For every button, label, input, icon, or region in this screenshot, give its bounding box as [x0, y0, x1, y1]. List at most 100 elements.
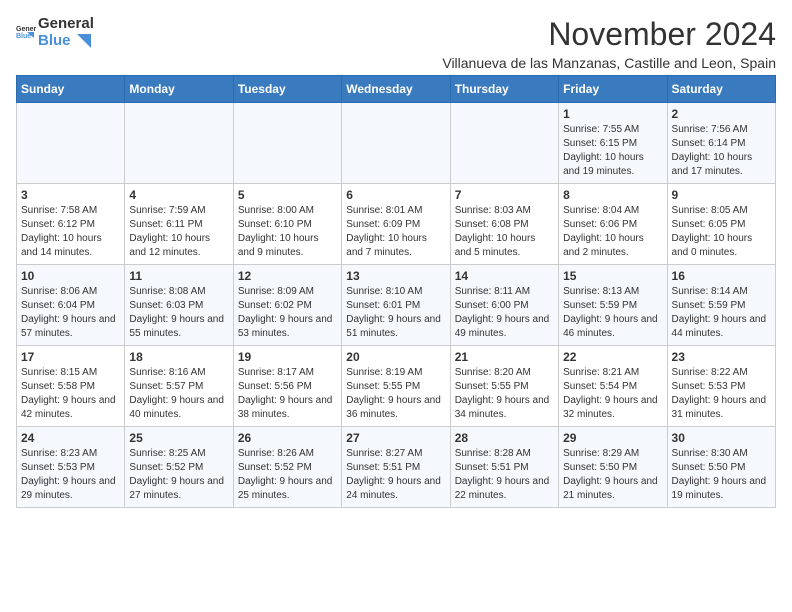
day-number: 25	[129, 431, 228, 445]
weekday-header-sunday: Sunday	[17, 76, 125, 103]
calendar-cell	[233, 103, 341, 184]
day-info: Sunrise: 8:08 AMSunset: 6:03 PMDaylight:…	[129, 285, 228, 341]
logo: General Blue General Blue	[16, 16, 94, 49]
calendar-cell: 3 Sunrise: 7:58 AMSunset: 6:12 PMDaylight…	[17, 184, 125, 265]
day-info: Sunrise: 8:10 AMSunset: 6:01 PMDaylight:…	[346, 285, 445, 341]
day-info: Sunrise: 8:19 AMSunset: 5:55 PMDaylight:…	[346, 366, 445, 422]
logo-blue: Blue	[38, 33, 71, 50]
day-info: Sunrise: 8:15 AMSunset: 5:58 PMDaylight:…	[21, 366, 120, 422]
day-number: 22	[563, 350, 662, 364]
day-number: 7	[455, 188, 554, 202]
day-number: 26	[238, 431, 337, 445]
day-number: 19	[238, 350, 337, 364]
day-number: 6	[346, 188, 445, 202]
calendar-cell: 25 Sunrise: 8:25 AMSunset: 5:52 PMDayligh…	[125, 427, 233, 508]
day-number: 5	[238, 188, 337, 202]
calendar-cell: 16 Sunrise: 8:14 AMSunset: 5:59 PMDayligh…	[667, 265, 775, 346]
day-number: 10	[21, 269, 120, 283]
calendar-cell	[342, 103, 450, 184]
calendar-cell: 10 Sunrise: 8:06 AMSunset: 6:04 PMDayligh…	[17, 265, 125, 346]
day-number: 2	[672, 107, 771, 121]
day-info: Sunrise: 8:03 AMSunset: 6:08 PMDaylight:…	[455, 204, 554, 260]
svg-text:Blue: Blue	[16, 33, 31, 40]
calendar-week-row: 24Sunrise: 8:23 AMSunset: 5:53 PMDayligh…	[17, 427, 776, 508]
day-number: 14	[455, 269, 554, 283]
day-number: 11	[129, 269, 228, 283]
calendar-cell: 21 Sunrise: 8:20 AMSunset: 5:55 PMDayligh…	[450, 346, 558, 427]
calendar-cell: 30Sunrise: 8:30 AMSunset: 5:50 PMDayligh…	[667, 427, 775, 508]
day-info: Sunrise: 7:55 AMSunset: 6:15 PMDaylight:…	[563, 123, 662, 179]
weekday-header-row: SundayMondayTuesdayWednesdayThursdayFrid…	[17, 76, 776, 103]
calendar-cell: 19 Sunrise: 8:17 AMSunset: 5:56 PMDayligh…	[233, 346, 341, 427]
calendar-cell: 24Sunrise: 8:23 AMSunset: 5:53 PMDayligh…	[17, 427, 125, 508]
logo-icon: General Blue	[16, 23, 36, 43]
calendar-body: 1Sunrise: 7:55 AMSunset: 6:15 PMDaylight…	[17, 103, 776, 508]
calendar-cell: 17 Sunrise: 8:15 AMSunset: 5:58 PMDayligh…	[17, 346, 125, 427]
day-number: 12	[238, 269, 337, 283]
day-info: Sunrise: 8:27 AMSunset: 5:51 PMDaylight:…	[346, 447, 445, 503]
calendar-cell: 20 Sunrise: 8:19 AMSunset: 5:55 PMDayligh…	[342, 346, 450, 427]
calendar-cell: 18Sunrise: 8:16 AMSunset: 5:57 PMDayligh…	[125, 346, 233, 427]
day-info: Sunrise: 8:06 AMSunset: 6:04 PMDaylight:…	[21, 285, 120, 341]
weekday-header-monday: Monday	[125, 76, 233, 103]
calendar-cell: 26 Sunrise: 8:26 AMSunset: 5:52 PMDayligh…	[233, 427, 341, 508]
day-info: Sunrise: 8:04 AMSunset: 6:06 PMDaylight:…	[563, 204, 662, 260]
weekday-header-tuesday: Tuesday	[233, 76, 341, 103]
day-number: 29	[563, 431, 662, 445]
day-info: Sunrise: 8:01 AMSunset: 6:09 PMDaylight:…	[346, 204, 445, 260]
day-info: Sunrise: 8:00 AMSunset: 6:10 PMDaylight:…	[238, 204, 337, 260]
day-info: Sunrise: 7:56 AMSunset: 6:14 PMDaylight:…	[672, 123, 771, 179]
day-info: Sunrise: 8:26 AMSunset: 5:52 PMDaylight:…	[238, 447, 337, 503]
calendar-cell: 6 Sunrise: 8:01 AMSunset: 6:09 PMDaylight…	[342, 184, 450, 265]
day-info: Sunrise: 8:30 AMSunset: 5:50 PMDaylight:…	[672, 447, 771, 503]
day-info: Sunrise: 8:20 AMSunset: 5:55 PMDaylight:…	[455, 366, 554, 422]
calendar-cell: 15 Sunrise: 8:13 AMSunset: 5:59 PMDayligh…	[559, 265, 667, 346]
page-subtitle: Villanueva de las Manzanas, Castille and…	[442, 55, 776, 71]
day-info: Sunrise: 8:09 AMSunset: 6:02 PMDaylight:…	[238, 285, 337, 341]
day-info: Sunrise: 8:05 AMSunset: 6:05 PMDaylight:…	[672, 204, 771, 260]
calendar-cell: 5 Sunrise: 8:00 AMSunset: 6:10 PMDaylight…	[233, 184, 341, 265]
day-number: 9	[672, 188, 771, 202]
day-info: Sunrise: 8:17 AMSunset: 5:56 PMDaylight:…	[238, 366, 337, 422]
calendar-cell: 28Sunrise: 8:28 AMSunset: 5:51 PMDayligh…	[450, 427, 558, 508]
day-number: 24	[21, 431, 120, 445]
calendar-cell	[125, 103, 233, 184]
day-number: 13	[346, 269, 445, 283]
calendar-cell	[450, 103, 558, 184]
calendar-cell: 23 Sunrise: 8:22 AMSunset: 5:53 PMDayligh…	[667, 346, 775, 427]
calendar-cell: 27 Sunrise: 8:27 AMSunset: 5:51 PMDayligh…	[342, 427, 450, 508]
day-number: 16	[672, 269, 771, 283]
calendar-cell: 9 Sunrise: 8:05 AMSunset: 6:05 PMDaylight…	[667, 184, 775, 265]
title-block: November 2024 Villanueva de las Manzanas…	[442, 16, 776, 71]
day-info: Sunrise: 7:58 AMSunset: 6:12 PMDaylight:…	[21, 204, 120, 260]
day-info: Sunrise: 8:21 AMSunset: 5:54 PMDaylight:…	[563, 366, 662, 422]
page-header: General Blue General Blue November 2024 …	[16, 16, 776, 71]
day-info: Sunrise: 8:11 AMSunset: 6:00 PMDaylight:…	[455, 285, 554, 341]
svg-text:General: General	[16, 26, 36, 33]
day-number: 3	[21, 188, 120, 202]
calendar-week-row: 17 Sunrise: 8:15 AMSunset: 5:58 PMDayligh…	[17, 346, 776, 427]
day-number: 23	[672, 350, 771, 364]
day-number: 18	[129, 350, 228, 364]
calendar-header: SundayMondayTuesdayWednesdayThursdayFrid…	[17, 76, 776, 103]
calendar-cell: 11 Sunrise: 8:08 AMSunset: 6:03 PMDayligh…	[125, 265, 233, 346]
day-number: 15	[563, 269, 662, 283]
page-title: November 2024	[442, 16, 776, 53]
calendar-cell: 7 Sunrise: 8:03 AMSunset: 6:08 PMDaylight…	[450, 184, 558, 265]
day-number: 20	[346, 350, 445, 364]
day-info: Sunrise: 8:22 AMSunset: 5:53 PMDaylight:…	[672, 366, 771, 422]
day-info: Sunrise: 8:14 AMSunset: 5:59 PMDaylight:…	[672, 285, 771, 341]
day-number: 27	[346, 431, 445, 445]
day-number: 21	[455, 350, 554, 364]
day-info: Sunrise: 8:13 AMSunset: 5:59 PMDaylight:…	[563, 285, 662, 341]
day-info: Sunrise: 8:25 AMSunset: 5:52 PMDaylight:…	[129, 447, 228, 503]
calendar-week-row: 3 Sunrise: 7:58 AMSunset: 6:12 PMDaylight…	[17, 184, 776, 265]
day-number: 17	[21, 350, 120, 364]
logo-general: General	[38, 16, 94, 33]
calendar-cell: 29Sunrise: 8:29 AMSunset: 5:50 PMDayligh…	[559, 427, 667, 508]
day-number: 8	[563, 188, 662, 202]
day-number: 28	[455, 431, 554, 445]
calendar-cell: 12 Sunrise: 8:09 AMSunset: 6:02 PMDayligh…	[233, 265, 341, 346]
calendar-cell	[17, 103, 125, 184]
calendar-cell: 4Sunrise: 7:59 AMSunset: 6:11 PMDaylight…	[125, 184, 233, 265]
